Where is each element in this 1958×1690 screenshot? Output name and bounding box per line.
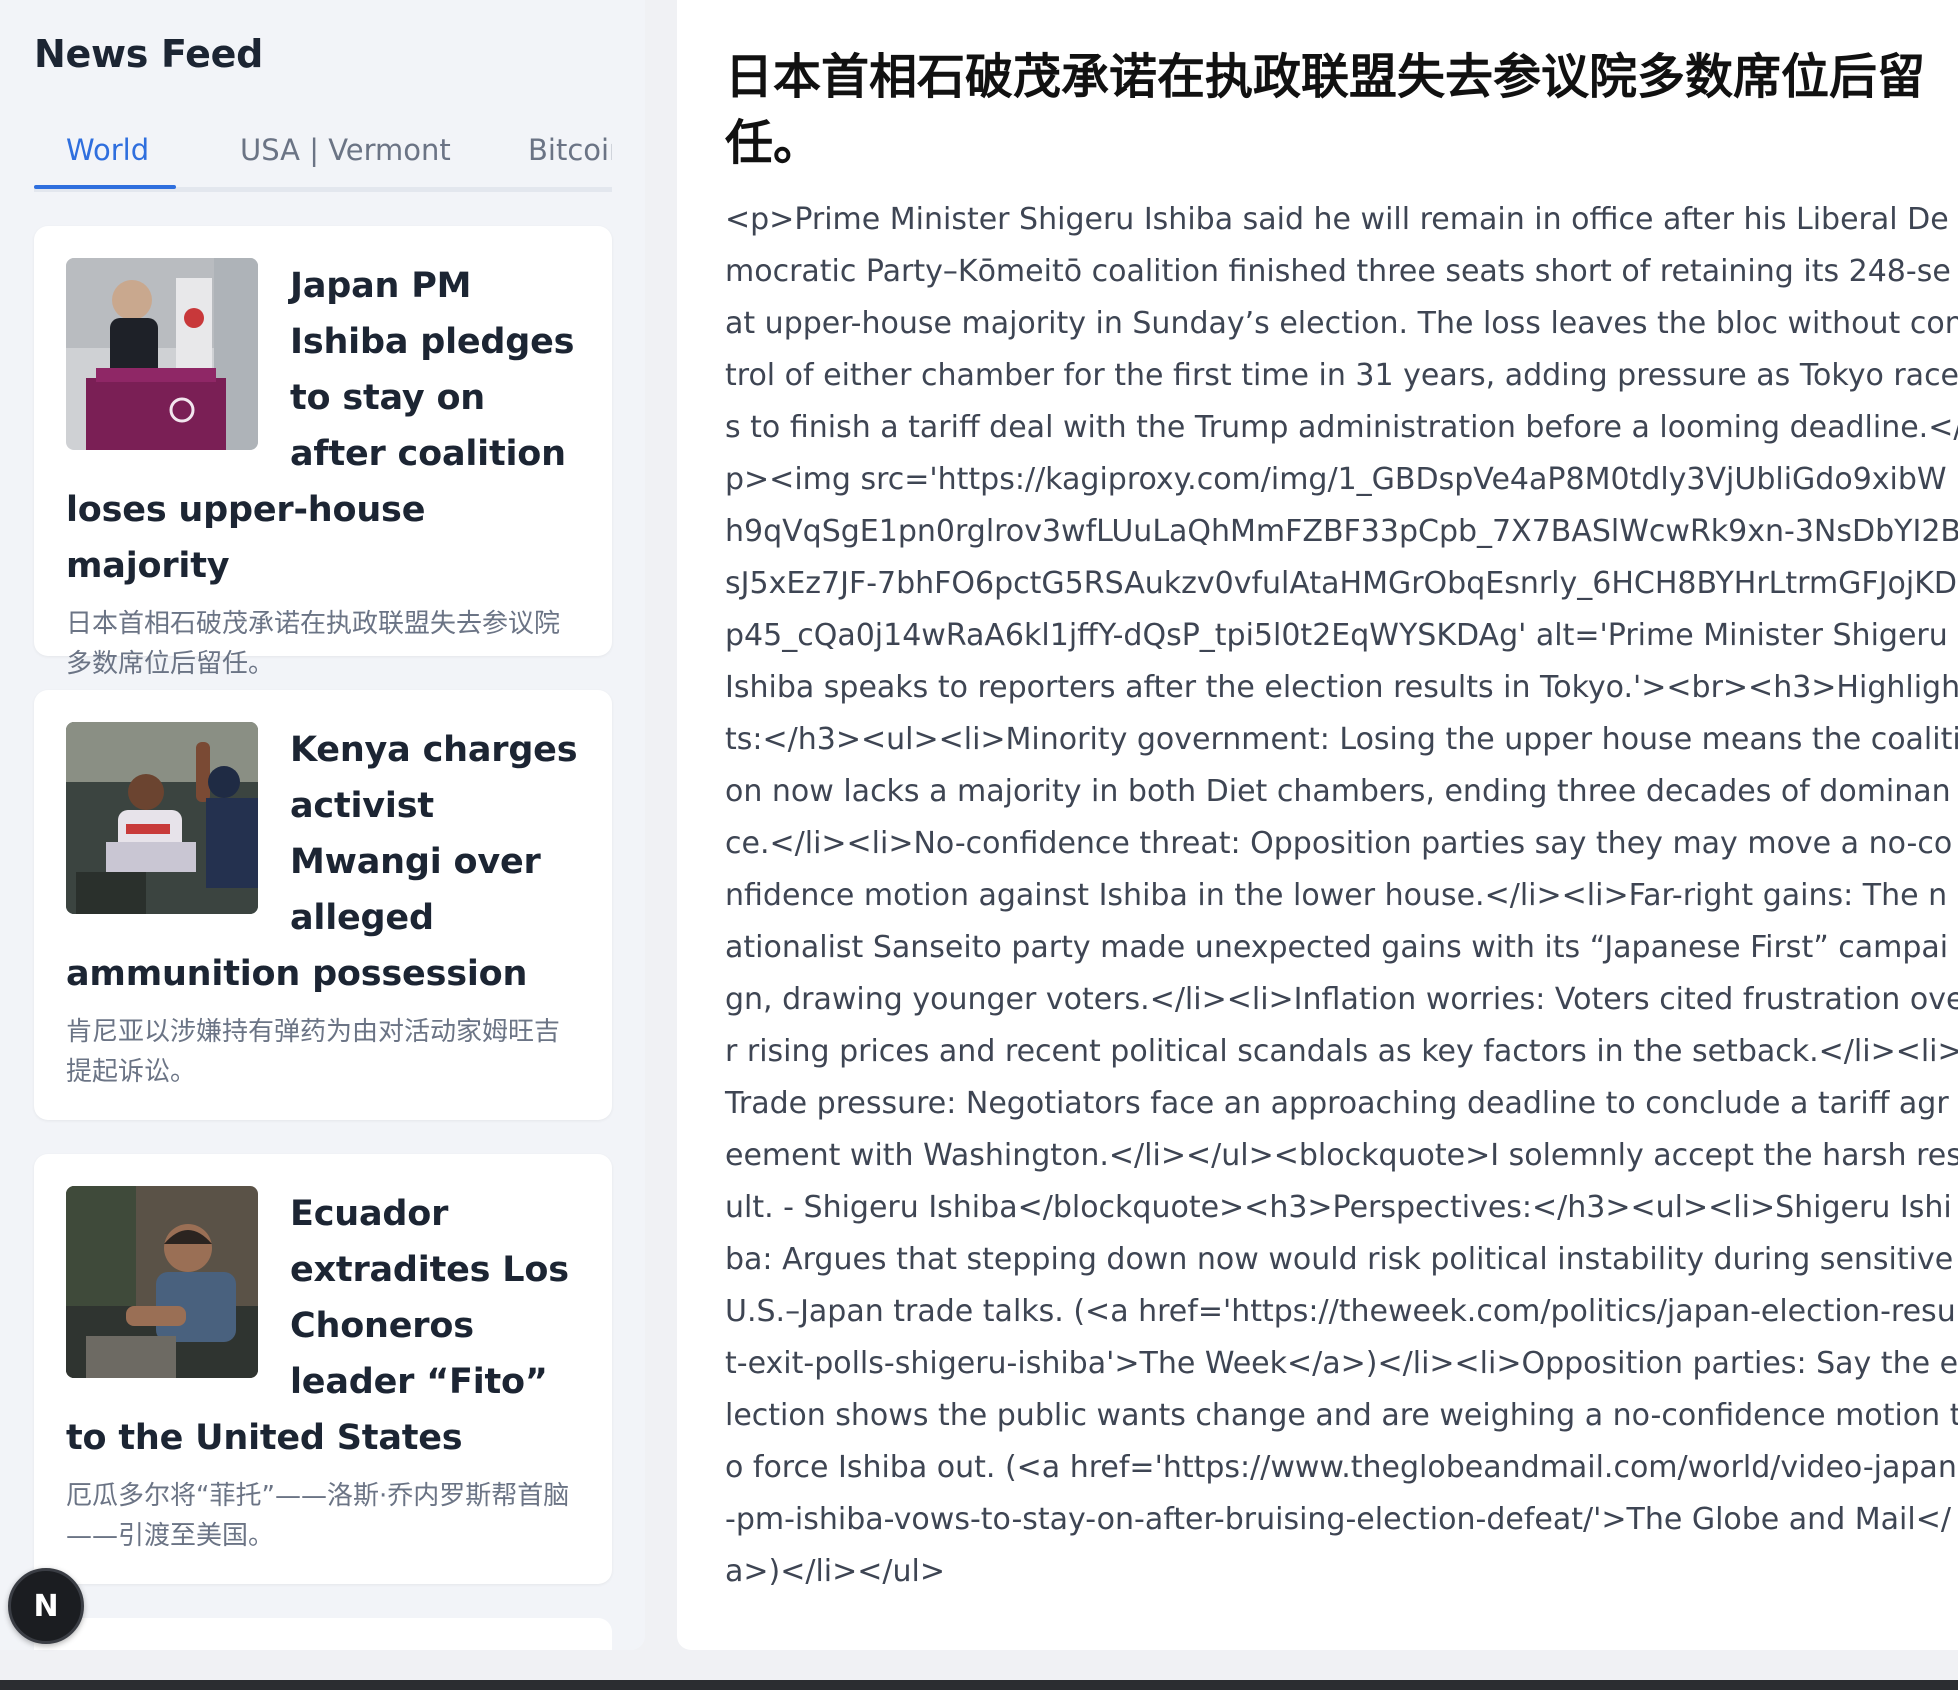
- news-card[interactable]: Kenya charges activist Mwangi over alleg…: [34, 690, 612, 1120]
- tab-world[interactable]: World: [66, 130, 149, 187]
- tab-bitcoin[interactable]: Bitcoin: [528, 130, 612, 187]
- window-bottom-edge: [0, 1680, 1958, 1690]
- news-card-partial[interactable]: [34, 1618, 612, 1650]
- article-panel: 日本首相石破茂承诺在执政联盟失去参议院多数席位后留任。 <p>Prime Min…: [677, 0, 1958, 1650]
- article-title: 日本首相石破茂承诺在执政联盟失去参议院多数席位后留任。: [725, 49, 1926, 171]
- news-card[interactable]: Japan PM Ishiba pledges to stay on after…: [34, 226, 612, 679]
- podium-photo-thumbnail: [66, 258, 258, 450]
- news-feed-sidebar: News Feed World USA | Vermont Bitcoin Ja…: [0, 0, 645, 1650]
- podium-photo-icon: [66, 258, 258, 450]
- news-card[interactable]: Ecuador extradites Los Choneros leader “…: [34, 1154, 612, 1584]
- detainee-photo-icon: [66, 1186, 258, 1378]
- activist-photo-icon: [66, 722, 258, 914]
- card-summary: 厄瓜多尔将“菲托”——洛斯·乔内罗斯帮首脑——引渡至美国。: [66, 1481, 570, 1551]
- active-tab-indicator: [34, 185, 176, 189]
- detainee-photo-thumbnail: [66, 1186, 258, 1378]
- category-tabs: World USA | Vermont Bitcoin: [34, 130, 612, 192]
- card-summary: 日本首相石破茂承诺在执政联盟失去参议院多数席位后留任。: [66, 609, 561, 679]
- tab-usa-vermont[interactable]: USA | Vermont: [240, 130, 451, 187]
- n-logo-button[interactable]: N: [8, 1568, 84, 1644]
- card-summary: 肯尼亚以涉嫌持有弹药为由对活动家姆旺吉提起诉讼。: [66, 1017, 561, 1087]
- feed-title: News Feed: [34, 32, 263, 76]
- activist-photo-thumbnail: [66, 722, 258, 914]
- article-body: <p>Prime Minister Shigeru Ishiba said he…: [725, 202, 1958, 1589]
